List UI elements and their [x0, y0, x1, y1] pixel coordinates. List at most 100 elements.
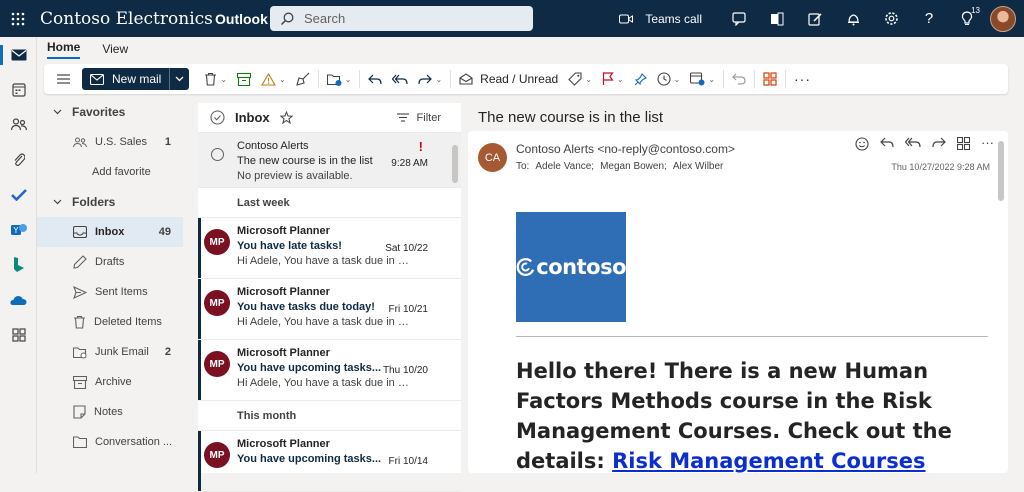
- delete-button[interactable]: ⌄: [199, 68, 232, 90]
- archive-icon: [73, 375, 87, 389]
- inbox-title: Inbox: [235, 110, 270, 125]
- categorize-button[interactable]: ⌄: [563, 68, 597, 90]
- onedrive-app-icon[interactable]: [0, 282, 37, 317]
- sweep-button[interactable]: [291, 68, 315, 90]
- reply-all-icon[interactable]: [905, 137, 921, 148]
- gear-icon[interactable]: [872, 0, 910, 37]
- reply-button[interactable]: [363, 68, 387, 90]
- sender-avatar[interactable]: CA: [478, 143, 507, 172]
- pin-button[interactable]: [629, 68, 652, 90]
- folder-label: U.S. Sales: [95, 136, 147, 148]
- more-options-button[interactable]: ···: [789, 68, 816, 90]
- rules-button[interactable]: ⌄: [685, 68, 720, 90]
- filter-button[interactable]: Filter: [396, 112, 441, 124]
- recipient[interactable]: Adele Vance;: [535, 161, 594, 172]
- message-list-scrollbar[interactable]: [452, 145, 458, 183]
- reading-date: Thu 10/27/2022 9:28 AM: [891, 162, 990, 172]
- archive-button[interactable]: [232, 68, 256, 90]
- reading-sender[interactable]: Contoso Alerts <no-reply@contoso.com>: [516, 142, 735, 156]
- undo-button[interactable]: [727, 68, 751, 90]
- more-apps-icon[interactable]: [0, 317, 37, 352]
- flag-button[interactable]: ⌄: [597, 68, 629, 90]
- add-favorite-link[interactable]: Add favorite: [37, 157, 183, 187]
- risk-management-courses-link[interactable]: Risk Management Courses: [612, 449, 925, 473]
- folder-conversation-history[interactable]: Conversation ...: [37, 427, 183, 457]
- folder-archive[interactable]: Archive: [37, 367, 183, 397]
- folder-deleted-items[interactable]: Deleted Items: [37, 307, 183, 337]
- star-icon[interactable]: [279, 111, 293, 124]
- folders-header[interactable]: Folders: [37, 187, 189, 217]
- viva-engage-app-icon[interactable]: Y: [0, 212, 37, 247]
- more-actions-icon[interactable]: ···: [981, 136, 994, 151]
- folder-junk-email[interactable]: Junk Email 2: [37, 337, 183, 367]
- brand-logo[interactable]: Contoso Electronics: [36, 9, 213, 29]
- user-avatar[interactable]: [990, 5, 1016, 32]
- bookings-app-icon[interactable]: [0, 247, 37, 282]
- message-select-radio[interactable]: [211, 148, 224, 161]
- hamburger-menu-icon[interactable]: [50, 74, 76, 84]
- reply-icon[interactable]: [880, 137, 894, 148]
- new-mail-dropdown[interactable]: [169, 68, 189, 90]
- forward-icon[interactable]: [932, 137, 946, 148]
- message-subject: You have late tasks!: [237, 240, 342, 252]
- ribbon-divider: [723, 70, 725, 88]
- to-label: To:: [516, 161, 530, 172]
- tab-home[interactable]: Home: [47, 40, 81, 59]
- message-date: Fri 10/14: [388, 456, 428, 467]
- folder-sent-items[interactable]: Sent Items: [37, 277, 183, 307]
- ribbon-tabs: Home View: [37, 37, 1024, 59]
- folder-label: Drafts: [95, 256, 125, 268]
- sender-avatar: MP: [204, 290, 230, 316]
- tag-icon: [568, 72, 582, 86]
- message-preview: Hi Adele, You have a task due in Mic...: [237, 255, 415, 267]
- select-all-checkbox-icon[interactable]: [210, 110, 225, 125]
- addin-button[interactable]: [758, 68, 782, 90]
- reading-pane-scrollbar[interactable]: [998, 141, 1004, 201]
- emoji-react-icon[interactable]: [855, 137, 869, 151]
- calendar-app-icon[interactable]: [0, 72, 37, 107]
- note-edit-icon[interactable]: [796, 0, 834, 37]
- new-mail-button[interactable]: New mail: [82, 68, 169, 90]
- divider-line: [516, 336, 988, 337]
- message-item[interactable]: MP Microsoft Planner You have upcoming t…: [198, 431, 461, 492]
- message-item[interactable]: MP Microsoft Planner You have tasks due …: [198, 279, 461, 340]
- teams-call-button[interactable]: Teams call: [619, 12, 702, 26]
- message-item-selected[interactable]: Contoso Alerts The new course is in the …: [198, 133, 461, 188]
- search-box[interactable]: Search: [270, 6, 533, 31]
- video-camera-icon: [619, 14, 634, 23]
- message-item[interactable]: MP Microsoft Planner You have upcoming t…: [198, 340, 461, 401]
- folder-inbox[interactable]: Inbox 49: [37, 217, 183, 247]
- help-icon[interactable]: ?: [910, 0, 948, 37]
- group-header-last-week[interactable]: Last week: [198, 188, 461, 218]
- new-mail-button-group: New mail: [82, 68, 190, 90]
- app-name[interactable]: Outlook: [215, 11, 271, 27]
- report-button[interactable]: ⌄: [256, 68, 291, 90]
- group-header-this-month[interactable]: This month: [198, 401, 461, 431]
- folder-drafts[interactable]: Drafts: [37, 247, 183, 277]
- office-icon[interactable]: [758, 0, 796, 37]
- tab-view[interactable]: View: [102, 42, 128, 59]
- app-launcher-icon[interactable]: [0, 0, 36, 37]
- recipient[interactable]: Alex Wilber: [673, 161, 724, 172]
- message-list-header: Inbox Filter: [198, 103, 461, 133]
- attachment-app-icon[interactable]: [0, 142, 37, 177]
- people-app-icon[interactable]: [0, 107, 37, 142]
- message-preview: Hi Adele, You have a task due in Mic...: [237, 377, 415, 389]
- lightbulb-icon[interactable]: 13: [948, 0, 986, 37]
- todo-app-icon[interactable]: [0, 177, 37, 212]
- snooze-button[interactable]: ⌄: [652, 68, 686, 90]
- apps-icon[interactable]: [957, 137, 970, 150]
- search-placeholder: Search: [304, 11, 346, 26]
- recipient[interactable]: Megan Bowen;: [600, 161, 667, 172]
- folder-notes[interactable]: Notes: [37, 397, 183, 427]
- folder-us-sales[interactable]: U.S. Sales 1: [37, 127, 183, 157]
- bell-icon[interactable]: [834, 0, 872, 37]
- move-to-button[interactable]: ⌄: [322, 68, 357, 90]
- reply-all-button[interactable]: [387, 68, 413, 90]
- forward-button[interactable]: ⌄: [413, 68, 447, 90]
- favorites-header[interactable]: Favorites: [37, 97, 189, 127]
- message-item[interactable]: MP Microsoft Planner You have late tasks…: [198, 218, 461, 279]
- read-unread-button[interactable]: Read / Unread: [454, 68, 563, 90]
- mail-app-icon[interactable]: [0, 37, 37, 72]
- chat-icon[interactable]: [720, 0, 758, 37]
